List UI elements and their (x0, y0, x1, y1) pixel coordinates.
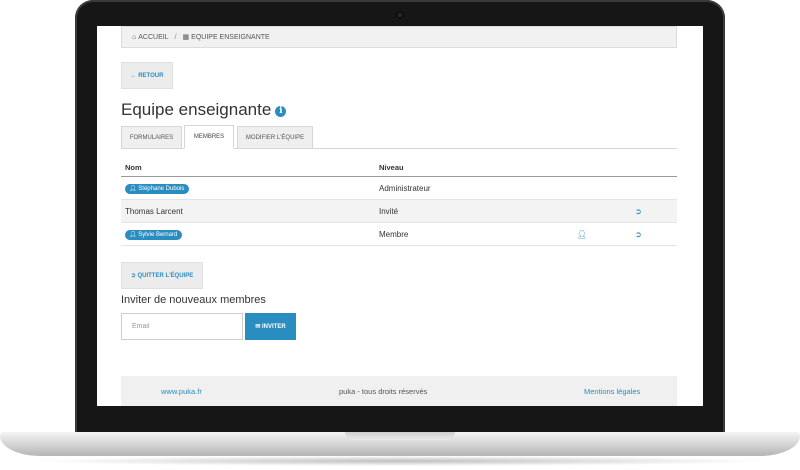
remove-member-cell: ➲ (631, 222, 677, 246)
member-level: Membre (375, 222, 573, 246)
tab-modifier-equipe[interactable]: MODIFIER L'ÉQUIPE (237, 126, 313, 149)
table-row: 👤︎ Stéphane Dubois Administrateur (121, 176, 677, 200)
empty-cell (573, 199, 631, 223)
email-input[interactable] (121, 313, 243, 340)
footer-site-link[interactable]: www.puka.fr (161, 387, 202, 396)
member-name-cell: 👤︎ Stéphane Dubois (121, 176, 375, 200)
invite-button[interactable]: ✉ INVITER (245, 313, 296, 340)
members-table: Nom Niveau 👤︎ Stéphane Dubois Administra… (121, 158, 677, 246)
tab-formulaires[interactable]: FORMULAIRES (121, 126, 182, 149)
table-row: 👤︎ Sylvie Bernard Membre 👤︎ ➲ (121, 222, 677, 246)
camera (396, 11, 404, 19)
empty-cell (573, 176, 631, 200)
footer: www.puka.fr puka - tous droits réservés … (121, 376, 677, 406)
tab-bar: FORMULAIRES MEMBRES MODIFIER L'ÉQUIPE (121, 125, 677, 149)
user-icon: 👤︎ (129, 185, 139, 192)
breadcrumb: ⌂ ACCUEIL / ▦ EQUIPE ENSEIGNANTE (121, 26, 677, 48)
laptop-shadow (30, 456, 770, 466)
member-badge[interactable]: 👤︎ Stéphane Dubois (125, 183, 190, 194)
page-title: Equipe enseignante i (121, 100, 287, 120)
column-header-name: Nom (121, 158, 375, 177)
sign-out-icon: ➲ (130, 273, 138, 279)
envelope-icon: ✉ (255, 324, 263, 330)
sign-out-icon[interactable]: ➲ (635, 230, 642, 239)
home-icon: ⌂ (132, 33, 137, 41)
leave-team-button[interactable]: ➲ QUITTER L'ÉQUIPE (121, 262, 203, 289)
column-header-level: Niveau (375, 158, 573, 177)
remove-member-cell: ➲ (631, 199, 677, 223)
breadcrumb-current: EQUIPE ENSEIGNANTE (191, 33, 270, 41)
column-header-leave (631, 158, 677, 177)
member-level: Administrateur (375, 176, 573, 200)
invite-heading: Inviter de nouveaux membres (121, 294, 266, 306)
table-header-row: Nom Niveau (121, 158, 677, 177)
laptop-notch (345, 432, 455, 440)
screen: ⌂ ACCUEIL / ▦ EQUIPE ENSEIGNANTE ← RETOU… (97, 26, 703, 406)
member-name: Sylvie Bernard (138, 231, 178, 238)
grid-icon: ▦ (182, 34, 190, 41)
user-icon: 👤︎ (129, 231, 139, 238)
member-name-cell: 👤︎ Sylvie Bernard (121, 222, 375, 246)
breadcrumb-separator: / (174, 33, 177, 41)
member-name: Thomas Larcent (121, 199, 375, 223)
promote-member-cell: 👤︎ (573, 222, 631, 246)
table-row: Thomas Larcent Invité ➲ (121, 199, 677, 223)
footer-legal-link[interactable]: Mentions légales (584, 387, 640, 396)
footer-copyright: puka - tous droits réservés (339, 387, 428, 396)
member-level: Invité (375, 199, 573, 223)
back-button[interactable]: ← RETOUR (121, 62, 173, 89)
empty-cell (631, 176, 677, 200)
invite-button-label: INVITER (262, 323, 286, 330)
page-title-text: Equipe enseignante (121, 100, 272, 119)
column-header-action (573, 158, 631, 177)
leave-team-label: QUITTER L'ÉQUIPE (137, 272, 194, 279)
user-icon[interactable]: 👤︎ (577, 230, 587, 239)
tab-membres[interactable]: MEMBRES (184, 125, 234, 149)
info-icon[interactable]: i (275, 106, 287, 117)
sign-out-icon[interactable]: ➲ (635, 207, 642, 216)
member-name: Stéphane Dubois (138, 185, 185, 192)
breadcrumb-home[interactable]: ACCUEIL (138, 34, 168, 41)
member-badge[interactable]: 👤︎ Sylvie Bernard (125, 229, 183, 240)
